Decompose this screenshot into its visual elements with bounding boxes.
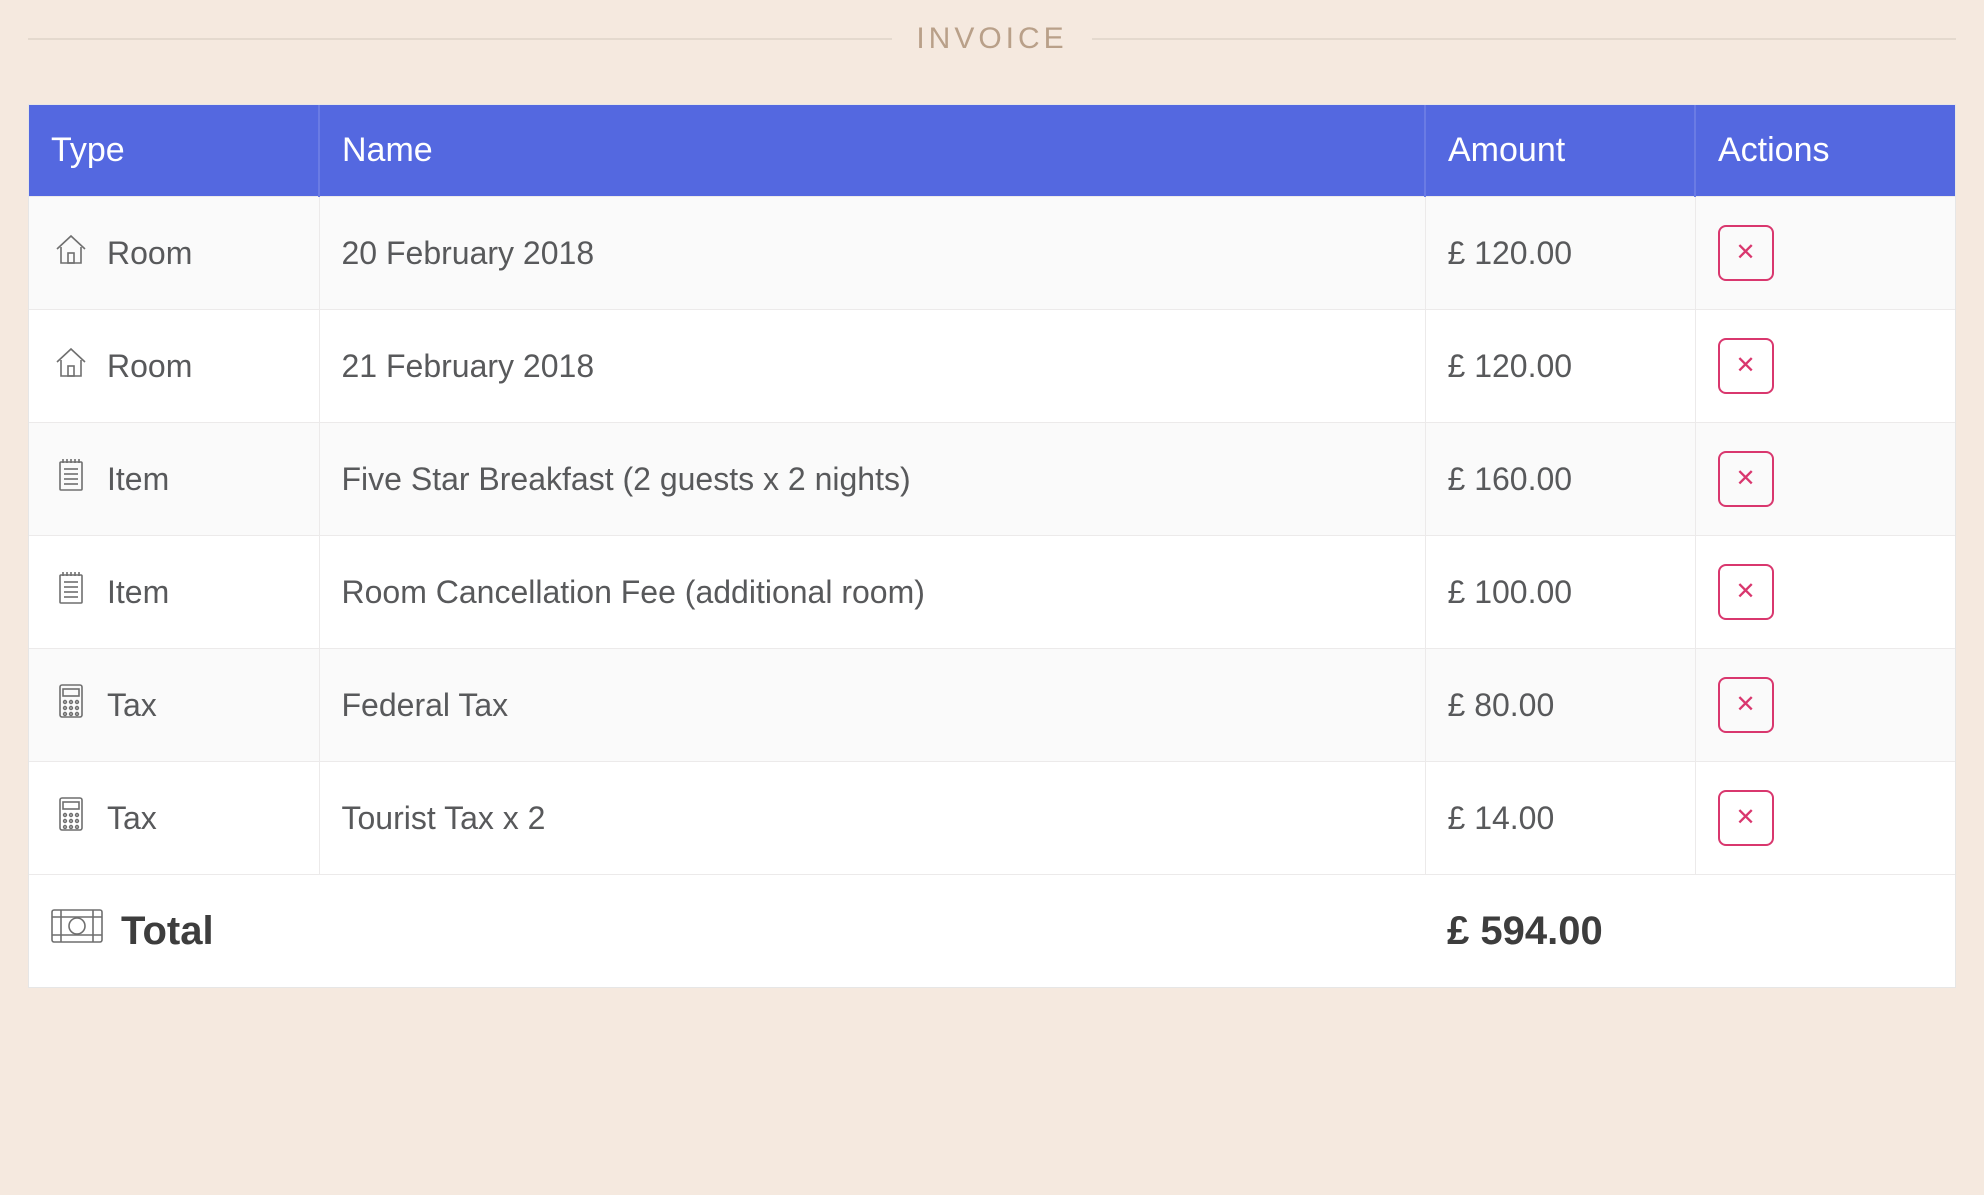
- invoice-table: Type Name Amount Actions Room 20 February…: [29, 105, 1955, 987]
- rule-right: [1092, 38, 1956, 40]
- name-cell: Federal Tax: [319, 649, 1425, 762]
- calc-icon: [51, 681, 91, 729]
- delete-row-button[interactable]: ✕: [1718, 451, 1774, 507]
- col-header-type: Type: [29, 105, 319, 197]
- delete-row-button[interactable]: ✕: [1718, 225, 1774, 281]
- total-row: Total £ 594.00: [29, 875, 1955, 988]
- total-label: Total: [121, 909, 214, 954]
- table-row: Room 20 February 2018£ 120.00 ✕: [29, 197, 1955, 310]
- table-row: Item Room Cancellation Fee (additional ro…: [29, 536, 1955, 649]
- calc-icon: [51, 794, 91, 842]
- home-icon: [51, 342, 91, 390]
- invoice-table-card: Type Name Amount Actions Room 20 February…: [28, 104, 1956, 988]
- amount-cell: £ 100.00: [1425, 536, 1695, 649]
- type-label: Room: [107, 348, 192, 385]
- type-label: Tax: [107, 687, 157, 724]
- amount-cell: £ 80.00: [1425, 649, 1695, 762]
- col-header-actions: Actions: [1695, 105, 1955, 197]
- delete-row-button[interactable]: ✕: [1718, 564, 1774, 620]
- note-icon: [51, 568, 91, 616]
- name-cell: 21 February 2018: [319, 310, 1425, 423]
- delete-row-button[interactable]: ✕: [1718, 338, 1774, 394]
- home-icon: [51, 229, 91, 277]
- type-label: Item: [107, 461, 169, 498]
- table-row: Item Five Star Breakfast (2 guests x 2 ni…: [29, 423, 1955, 536]
- section-header: INVOICE: [0, 0, 1984, 104]
- col-header-amount: Amount: [1425, 105, 1695, 197]
- amount-cell: £ 14.00: [1425, 762, 1695, 875]
- col-header-name: Name: [319, 105, 1425, 197]
- amount-cell: £ 120.00: [1425, 197, 1695, 310]
- name-cell: Five Star Breakfast (2 guests x 2 nights…: [319, 423, 1425, 536]
- name-cell: Room Cancellation Fee (additional room): [319, 536, 1425, 649]
- table-row: Room 21 February 2018£ 120.00 ✕: [29, 310, 1955, 423]
- amount-cell: £ 120.00: [1425, 310, 1695, 423]
- name-cell: Tourist Tax x 2: [319, 762, 1425, 875]
- note-icon: [51, 455, 91, 503]
- money-icon: [51, 905, 103, 957]
- rule-left: [28, 38, 892, 40]
- delete-row-button[interactable]: ✕: [1718, 790, 1774, 846]
- type-label: Item: [107, 574, 169, 611]
- table-row: Tax Federal Tax£ 80.00 ✕: [29, 649, 1955, 762]
- total-amount: £ 594.00: [1425, 875, 1955, 988]
- section-title: INVOICE: [916, 22, 1067, 56]
- delete-row-button[interactable]: ✕: [1718, 677, 1774, 733]
- name-cell: 20 February 2018: [319, 197, 1425, 310]
- type-label: Tax: [107, 800, 157, 837]
- table-row: Tax Tourist Tax x 2£ 14.00 ✕: [29, 762, 1955, 875]
- amount-cell: £ 160.00: [1425, 423, 1695, 536]
- type-label: Room: [107, 235, 192, 272]
- table-header-row: Type Name Amount Actions: [29, 105, 1955, 197]
